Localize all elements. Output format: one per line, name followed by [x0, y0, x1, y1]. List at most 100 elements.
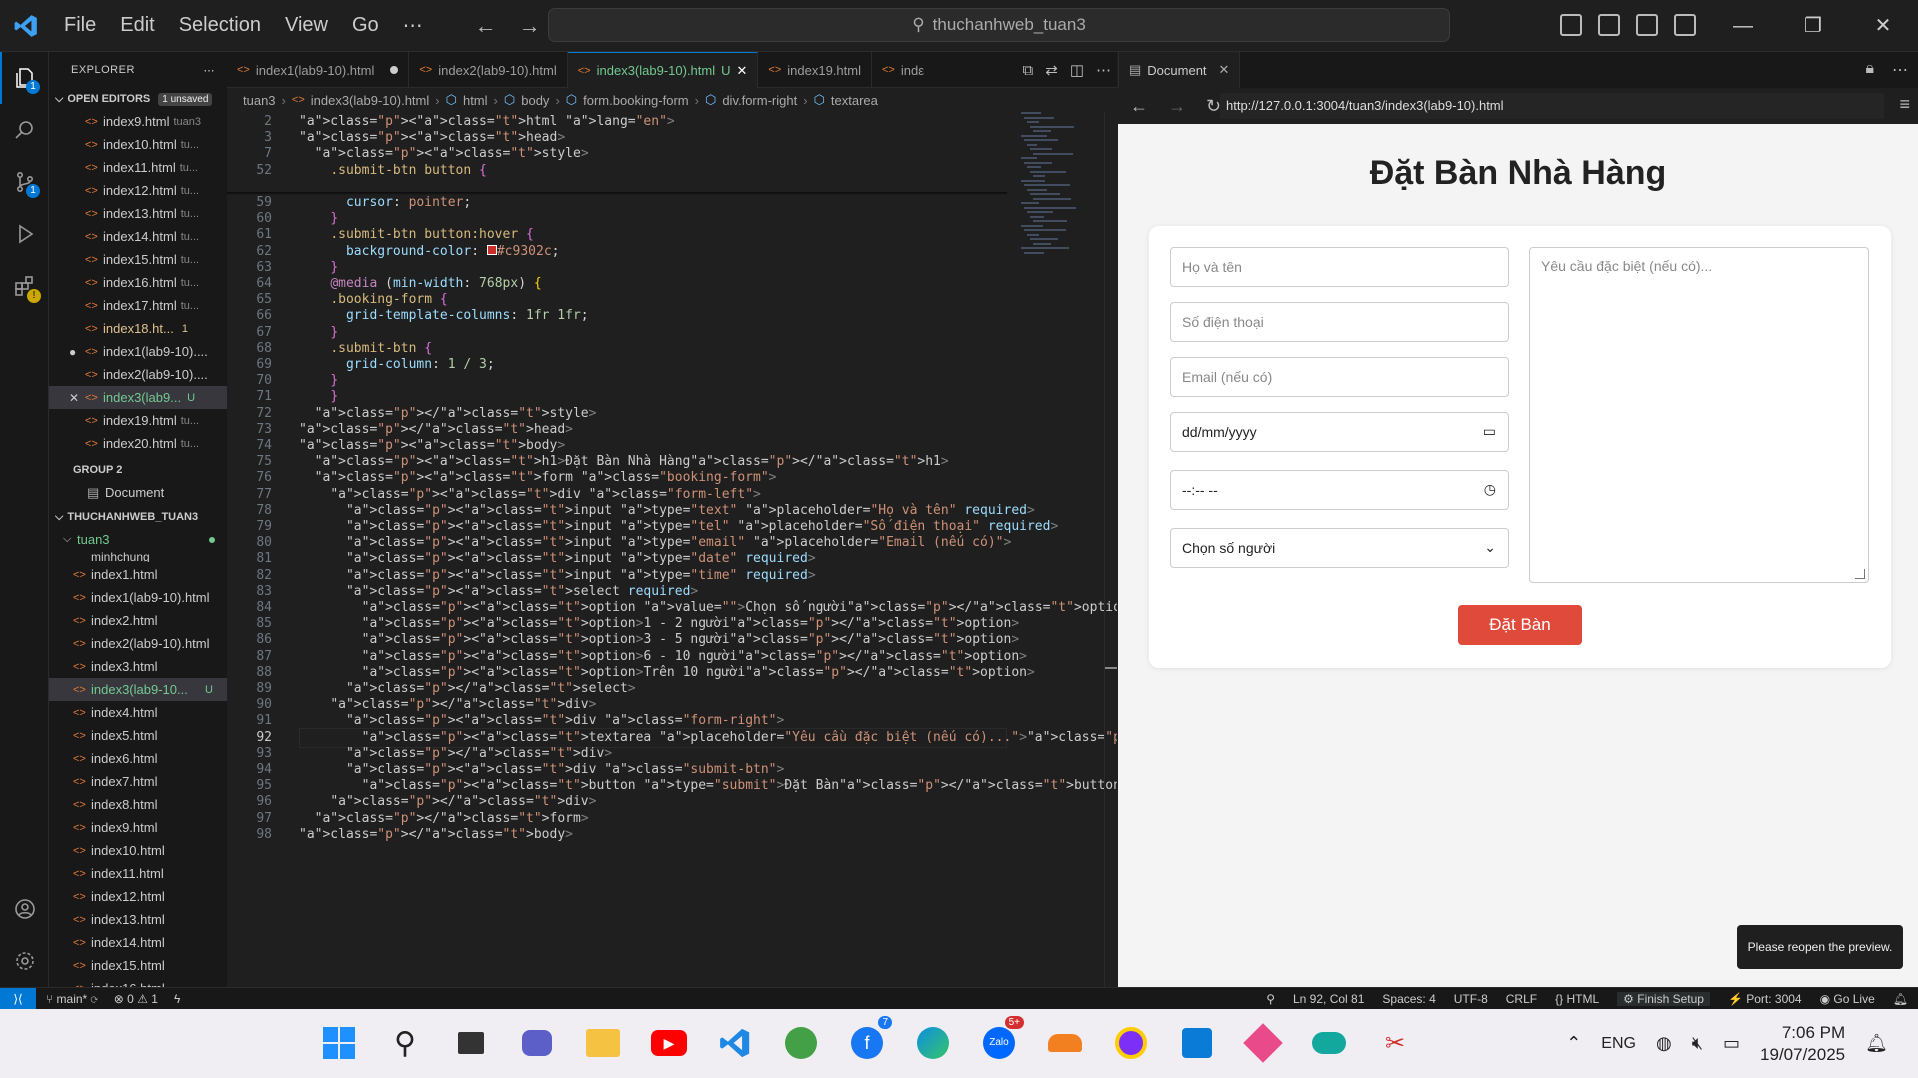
lock-icon[interactable]: 🔒︎	[1865, 60, 1874, 80]
menu-icon[interactable]: ≡	[1899, 94, 1910, 115]
tree-item[interactable]: <> index1.html	[49, 563, 227, 586]
customize-layout-icon[interactable]	[1560, 14, 1582, 36]
cloudflare-icon[interactable]	[1042, 1020, 1088, 1066]
snipping-tool-icon[interactable]: ✂	[1372, 1020, 1418, 1066]
finish-setup[interactable]: ⚙ Finish Setup	[1617, 991, 1710, 1006]
remote-indicator-icon[interactable]: ⟩⟨	[0, 987, 36, 1010]
back-arrow-icon[interactable]: ←	[475, 13, 497, 39]
more-menu-icon[interactable]: ⋯	[391, 13, 435, 38]
menu-edit[interactable]: Edit	[108, 14, 166, 37]
input-language[interactable]: ENG	[1601, 1035, 1636, 1053]
lightning-icon[interactable]: ϟ	[174, 992, 180, 1006]
editor-scrollbar[interactable]	[1104, 112, 1117, 987]
compare-icon[interactable]: ⇄	[1045, 61, 1058, 79]
search-icon[interactable]: ⚲	[382, 1020, 428, 1066]
more-actions-icon[interactable]: ⋯	[1096, 61, 1111, 79]
guests-select[interactable]: Chọn số người ⌄	[1170, 528, 1509, 568]
open-preview-icon[interactable]: ⧉	[1023, 62, 1034, 79]
tree-item[interactable]: <> index13.html	[49, 908, 227, 931]
cloud-upload-icon[interactable]	[1306, 1020, 1352, 1066]
tree-item[interactable]: <> index6.html	[49, 747, 227, 770]
open-editor-item[interactable]: <> index18.ht... 1	[49, 317, 227, 340]
app-green-icon[interactable]	[778, 1020, 824, 1066]
tree-item[interactable]: <> index11.html	[49, 862, 227, 885]
breadcrumb-div[interactable]: div.form-right	[722, 93, 797, 108]
minimap[interactable]	[1017, 112, 1101, 412]
tree-item[interactable]: <> index12.html	[49, 885, 227, 908]
tab-document-preview[interactable]: ▤ Document ✕	[1119, 52, 1241, 88]
manage-gear-icon[interactable]	[0, 935, 49, 987]
problems-status[interactable]: ⊗ 0 ⚠ 1	[114, 992, 158, 1006]
open-editor-item[interactable]: <> index2(lab9-10)....	[49, 363, 227, 386]
open-editor-item[interactable]: ● <> index1(lab9-10)....	[49, 340, 227, 363]
encoding[interactable]: UTF-8	[1454, 992, 1488, 1006]
volume-muted-icon[interactable]: 🔇︎	[1692, 1033, 1703, 1054]
open-editors-header[interactable]: ⌵ OPEN EDITORS 1 unsaved	[49, 88, 227, 110]
calendar-icon[interactable]: ▭	[1483, 423, 1496, 440]
url-input[interactable]: http://127.0.0.1:3004/tuan3/index3(lab9-…	[1220, 93, 1884, 119]
open-editor-item[interactable]: <> index9.html tuan3	[49, 110, 227, 133]
gem-app-icon[interactable]	[1240, 1020, 1286, 1066]
open-editor-document[interactable]: ▤ Document	[49, 481, 227, 504]
open-editor-item[interactable]: <> index15.html tu...	[49, 248, 227, 271]
vscode-taskbar-icon[interactable]	[712, 1020, 758, 1066]
tab-index3-lab[interactable]: <> index3(lab9-10).html U ✕	[567, 52, 759, 88]
restore-button[interactable]: ❐	[1778, 0, 1848, 52]
clock[interactable]: 7:06 PM 19/07/2025	[1760, 1022, 1845, 1066]
tree-item[interactable]: <> index7.html	[49, 770, 227, 793]
workspace-header[interactable]: ⌵ THUCHANHWEB_TUAN3	[49, 506, 227, 528]
extensions-icon[interactable]: !	[0, 260, 49, 312]
go-live[interactable]: ◉ Go Live	[1820, 992, 1875, 1006]
time-input[interactable]: --:-- -- ◷	[1170, 470, 1509, 510]
tree-item[interactable]: <> index2(lab9-10).html	[49, 632, 227, 655]
phone-input[interactable]: Số điện thoại	[1170, 302, 1509, 342]
command-center-search[interactable]: ⚲ thuchanhweb_tuan3	[548, 8, 1450, 42]
indentation[interactable]: Spaces: 4	[1382, 992, 1435, 1006]
tree-item[interactable]: <> index9.html	[49, 816, 227, 839]
tree-item[interactable]: <> index3(lab9-10... U	[49, 678, 227, 701]
breadcrumb-folder[interactable]: tuan3	[243, 93, 276, 108]
minimize-button[interactable]: —	[1708, 0, 1778, 52]
back-arrow-icon[interactable]: ←	[1130, 96, 1148, 117]
open-editor-item[interactable]: <> index13.html tu...	[49, 202, 227, 225]
explorer-icon[interactable]: 1	[0, 52, 49, 104]
tree-item[interactable]: <> index4.html	[49, 701, 227, 724]
notification-bell-icon[interactable]: 🔔︎	[1865, 1033, 1888, 1054]
tree-item[interactable]: <> index1(lab9-10).html	[49, 586, 227, 609]
photos-icon[interactable]	[1174, 1020, 1220, 1066]
file-explorer-icon[interactable]	[580, 1020, 626, 1066]
accounts-icon[interactable]	[0, 883, 49, 935]
more-actions-icon[interactable]: ⋯	[1892, 60, 1908, 80]
folder-tuan3[interactable]: ⌵ tuan3	[49, 528, 227, 551]
forward-arrow-icon[interactable]: →	[519, 13, 541, 39]
close-tab-icon[interactable]: ✕	[1219, 62, 1230, 78]
battery-icon[interactable]: ▭	[1723, 1033, 1740, 1054]
notifications-bell-icon[interactable]: 🔔︎	[1893, 992, 1908, 1006]
unsaved-dot-icon[interactable]	[390, 66, 399, 74]
messenger-icon[interactable]: f7	[844, 1016, 892, 1066]
reload-icon[interactable]: ↻	[1206, 96, 1221, 117]
color-swatch[interactable]	[486, 244, 497, 255]
close-tab-icon[interactable]: ✕	[737, 63, 748, 79]
run-debug-icon[interactable]	[0, 208, 49, 260]
tree-item[interactable]: <> index3.html	[49, 655, 227, 678]
name-input[interactable]: Họ và tên	[1170, 247, 1509, 287]
tree-item[interactable]: <> index2.html	[49, 609, 227, 632]
chevron-up-icon[interactable]: ⌃	[1566, 1033, 1581, 1054]
youtube-icon[interactable]: ▶	[646, 1020, 692, 1066]
tree-item[interactable]: <> index14.html	[49, 931, 227, 954]
breadcrumb-body[interactable]: body	[521, 93, 549, 108]
tree-item[interactable]: <> index8.html	[49, 793, 227, 816]
windows-start-icon[interactable]	[316, 1020, 362, 1066]
open-editor-item[interactable]: <> index12.html tu...	[49, 179, 227, 202]
task-view-icon[interactable]	[448, 1020, 494, 1066]
menu-file[interactable]: File	[52, 14, 108, 37]
tab-overflow[interactable]: <> indε	[872, 52, 934, 88]
explorer-more-icon[interactable]: ⋯	[204, 64, 216, 77]
tab-index1-lab[interactable]: <> index1(lab9-10).html	[227, 52, 410, 88]
open-editor-item[interactable]: <> index10.html tu...	[49, 133, 227, 156]
language-mode[interactable]: {} HTML	[1555, 992, 1599, 1006]
zoom-icon[interactable]: ⚲	[1266, 992, 1275, 1006]
tab-index19[interactable]: <> index19.html	[758, 52, 872, 88]
tab-index2-lab[interactable]: <> index2(lab9-10).html	[409, 52, 568, 88]
